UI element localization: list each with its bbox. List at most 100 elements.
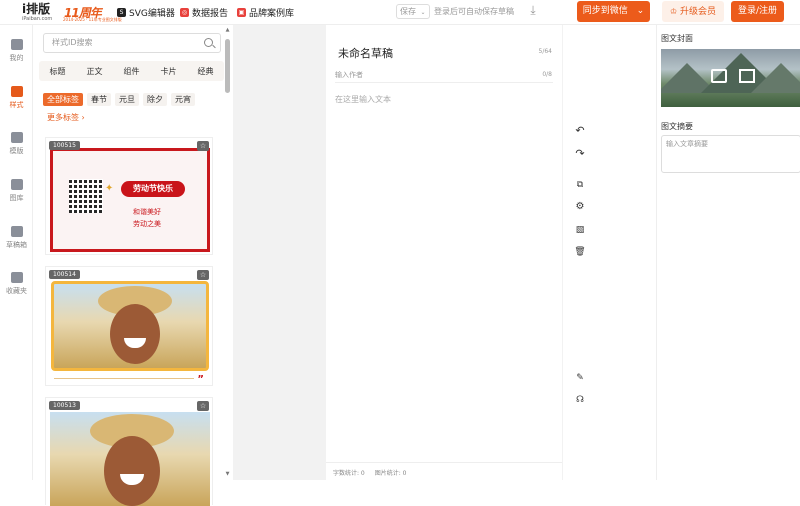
tag-spring-festival[interactable]: 春节 [87, 93, 111, 106]
author-input[interactable]: 输入作者 [335, 70, 363, 80]
template-id-badge: 100515 [49, 141, 80, 150]
report-icon: ◎ [180, 8, 189, 17]
star-icon[interactable]: ☆ [197, 141, 209, 151]
editor-toolbar: ↶ ↷ ⧉ ⚙ ▧ 🗑 ✎ ☊ [563, 25, 656, 480]
save-label: 保存 [400, 7, 416, 16]
farmer-face [104, 436, 160, 506]
undo-icon[interactable]: ↶ [573, 124, 587, 138]
template-card[interactable]: 100513 ☆ [45, 397, 213, 506]
rail-item-gallery[interactable]: 图库 [0, 179, 33, 203]
summary-placeholder: 输入文章摘要 [666, 140, 708, 148]
chevron-down-icon: ⌄ [636, 6, 645, 16]
crop-icon[interactable] [739, 69, 755, 83]
word-count: 字数统计: 0 [333, 470, 365, 477]
template-icon [10, 132, 23, 143]
stats-footer: 字数统计: 0 图片统计: 0 [333, 468, 407, 477]
logo-subtext: iPaiban.com [22, 16, 53, 22]
cover-label: 图文封面 [661, 34, 693, 43]
author-char-count: 0/8 [542, 71, 552, 78]
tag-lantern-festival[interactable]: 元宵 [171, 93, 195, 106]
template-id-badge: 100513 [49, 401, 80, 410]
template-title: 劳动节快乐 [121, 181, 185, 197]
rail-item-templates[interactable]: 模版 [0, 132, 33, 156]
article-body-input[interactable]: 在这里输入文本 [335, 94, 391, 105]
scroll-up-icon[interactable]: ▲ [225, 27, 230, 33]
tag-all[interactable]: 全部标签 [43, 93, 83, 106]
search-placeholder: 样式ID搜索 [52, 38, 93, 47]
cover-image[interactable] [661, 49, 800, 107]
divider [335, 82, 553, 83]
farmer-face [110, 304, 160, 364]
rail-label: 收藏夹 [6, 287, 27, 295]
style-id-search-input[interactable]: 样式ID搜索 [43, 33, 221, 53]
save-hint: 登录后可自动保存草稿 [434, 7, 514, 16]
vip-label: 升级会员 [680, 7, 717, 17]
divider [54, 378, 194, 379]
anniversary-subtext: 2014-2025 · 11年专业图文排版 [63, 17, 122, 22]
upgrade-vip-button[interactable]: ♔ 升级会员 [662, 1, 724, 22]
sync-label: 同步到微信 [582, 6, 628, 16]
cover-settings-panel: 图文封面 图文摘要 输入文章摘要 [656, 25, 800, 480]
left-rail: 我的 样式 模版 图库 草稿箱 收藏夹 [0, 25, 33, 480]
nav-data-report[interactable]: ◎ 数据报告 [180, 6, 228, 19]
search-icon[interactable] [204, 38, 213, 47]
redo-icon[interactable]: ↷ [573, 147, 587, 161]
article-title-input[interactable]: 未命名草稿 [338, 45, 393, 61]
styles-panel: 样式ID搜索 标题 正文 组件 卡片 经典 全部标签 春节 元旦 除夕 元宵 更… [33, 25, 232, 506]
styles-scrollbar[interactable]: ▲ ▼ [225, 27, 230, 477]
settings-icon[interactable]: ⚙ [573, 200, 587, 214]
edit-note-icon[interactable]: ✎ [573, 371, 587, 385]
more-tags-link[interactable]: 更多标签 › [47, 112, 85, 123]
rail-item-drafts[interactable]: 草稿箱 [0, 226, 33, 250]
logo-text: i排版 [22, 2, 51, 16]
sync-wechat-button[interactable]: 同步到微信 ⌄ [577, 1, 650, 22]
nav-brand-cases[interactable]: ▣ 品牌案例库 [237, 6, 294, 19]
rail-label: 草稿箱 [6, 241, 27, 249]
rail-label: 样式 [9, 101, 24, 109]
rail-item-mine[interactable]: 我的 [0, 39, 33, 63]
delete-icon[interactable]: 🗑 [573, 245, 587, 259]
save-select[interactable]: 保存 ⌄ [396, 4, 430, 19]
copy-icon[interactable]: ⧉ [573, 178, 587, 192]
farmer-photo [50, 412, 210, 506]
tab-component[interactable]: 组件 [124, 66, 140, 77]
article-editor: 未命名草稿 5/64 输入作者 0/8 在这里输入文本 字数统计: 0 图片统计… [326, 25, 562, 480]
tab-classic[interactable]: 经典 [198, 66, 214, 77]
scrollbar-thumb[interactable] [225, 39, 230, 93]
divider [326, 462, 562, 463]
tag-new-years-eve[interactable]: 除夕 [143, 93, 167, 106]
template-caption-1: 和谐美好 [133, 208, 161, 216]
template-card[interactable]: 100514 ☆ ” [45, 266, 213, 386]
quote-mark: ” [197, 374, 204, 385]
category-tabs: 标题 正文 组件 卡片 经典 [39, 61, 224, 81]
nav-label: 数据报告 [192, 9, 229, 19]
rail-label: 我的 [9, 54, 24, 62]
tab-title[interactable]: 标题 [50, 66, 66, 77]
rail-item-styles[interactable]: 样式 [0, 86, 33, 110]
ipaiban-logo[interactable]: i排版 iPaiban.com [22, 2, 52, 22]
tag-list: 全部标签 春节 元旦 除夕 元宵 [43, 93, 195, 106]
tab-body[interactable]: 正文 [87, 66, 103, 77]
rail-item-favorites[interactable]: 收藏夹 [0, 272, 33, 296]
tab-card[interactable]: 卡片 [161, 66, 177, 77]
download-icon[interactable]: ⤓ [526, 2, 540, 18]
template-card[interactable]: 100515 ☆ ✦ 劳动节快乐 和谐美好 劳动之美 [45, 137, 213, 255]
template-caption-2: 劳动之美 [133, 220, 161, 228]
wheat-icon: ✦ [105, 183, 114, 194]
styles-icon [10, 86, 23, 97]
login-register-button[interactable]: 登录/注册 [731, 1, 784, 22]
scroll-down-icon[interactable]: ▼ [225, 471, 230, 477]
drafts-icon [10, 226, 23, 237]
nav-svg-editor[interactable]: S SVG编辑器 [117, 6, 175, 19]
template-preview: ✦ 劳动节快乐 和谐美好 劳动之美 [50, 148, 210, 252]
tag-new-year[interactable]: 元旦 [115, 93, 139, 106]
image-replace-icon[interactable]: ▧ [573, 223, 587, 237]
support-icon[interactable]: ☊ [573, 393, 587, 407]
star-icon[interactable]: ☆ [197, 270, 209, 280]
image-icon [10, 179, 23, 190]
upload-image-icon[interactable] [711, 69, 727, 83]
rail-label: 图库 [9, 194, 24, 202]
rail-label: 模版 [9, 147, 24, 155]
summary-textarea[interactable]: 输入文章摘要 [661, 135, 800, 173]
star-icon[interactable]: ☆ [197, 401, 209, 411]
